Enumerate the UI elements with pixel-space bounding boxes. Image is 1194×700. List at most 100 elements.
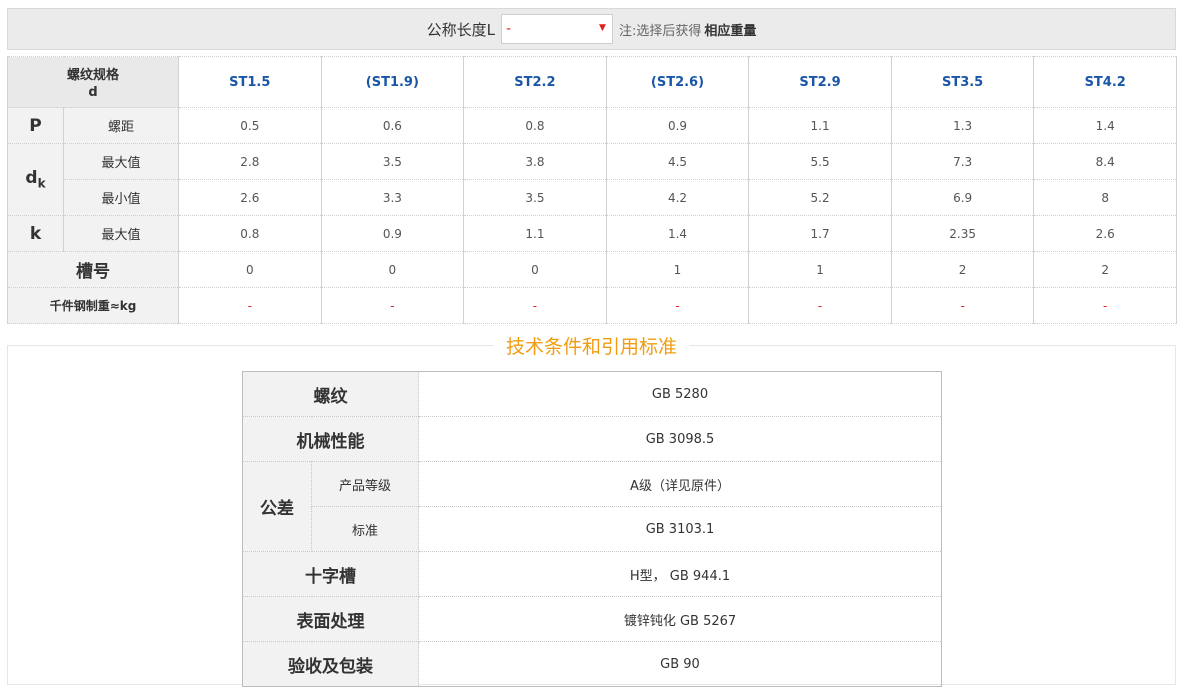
table-cell: 8 bbox=[1033, 179, 1177, 216]
table-cell: 0 bbox=[463, 251, 607, 288]
standard-value: GB 3103.1 bbox=[418, 506, 942, 552]
column-header: ST1.5 bbox=[178, 56, 322, 108]
table-cell: - bbox=[1033, 287, 1177, 324]
table-cell: - bbox=[320, 287, 465, 324]
tech-section-title-text: 技术条件和引用标准 bbox=[493, 336, 689, 358]
table-row: 千件钢制重≈kg - - - - - - - bbox=[6, 287, 1177, 324]
pitch-label: 螺距 bbox=[62, 107, 180, 144]
tech-table: 螺纹 GB 5280 机械性能 GB 3098.5 公差 产品等级 A级（详见原… bbox=[242, 371, 942, 687]
table-row: 公差 产品等级 A级（详见原件） bbox=[242, 461, 942, 552]
table-cell: 6.9 bbox=[890, 179, 1035, 216]
table-cell: - bbox=[890, 287, 1035, 324]
table-cell: 7.3 bbox=[890, 143, 1035, 180]
table-cell: - bbox=[605, 287, 750, 324]
table-cell: 0 bbox=[320, 251, 465, 288]
table-cell: 2.8 bbox=[178, 143, 322, 180]
table-cell: 8.4 bbox=[1033, 143, 1177, 180]
table-row: 验收及包装 GB 90 bbox=[242, 641, 942, 687]
length-select-value: - bbox=[505, 21, 512, 37]
table-cell: 4.5 bbox=[605, 143, 750, 180]
table-cell: 2.35 bbox=[890, 215, 1035, 252]
tech-section-title: 技术条件和引用标准 bbox=[8, 332, 1175, 359]
table-row: 机械性能 GB 3098.5 bbox=[242, 416, 942, 462]
select-note-prefix: 注:选择后获得 bbox=[618, 23, 702, 39]
table-cell: 5.5 bbox=[748, 143, 892, 180]
table-cell: 0.6 bbox=[320, 107, 465, 144]
cross-recess-value: H型， GB 944.1 bbox=[418, 551, 942, 597]
acceptance-value: GB 90 bbox=[418, 641, 942, 687]
table-cell: 0.9 bbox=[320, 215, 465, 252]
column-header: ST4.2 bbox=[1033, 56, 1177, 108]
table-cell: 1.4 bbox=[1033, 107, 1177, 144]
k-max-label: 最大值 bbox=[62, 215, 180, 252]
table-row: 标准 GB 3103.1 bbox=[243, 506, 942, 552]
table-cell: 0.8 bbox=[463, 107, 607, 144]
weight-label: 千件钢制重≈kg bbox=[6, 287, 180, 324]
surface-value: 镀锌钝化 GB 5267 bbox=[418, 596, 942, 642]
thread-label: 螺纹 bbox=[242, 371, 419, 417]
table-row: 十字槽 H型， GB 944.1 bbox=[242, 551, 942, 597]
slot-label: 槽号 bbox=[6, 251, 180, 288]
table-row: 螺纹 GB 5280 bbox=[242, 371, 942, 417]
table-cell: 0.5 bbox=[178, 107, 322, 144]
cross-recess-label: 十字槽 bbox=[242, 551, 419, 597]
table-cell: 1 bbox=[748, 251, 892, 288]
spec-corner-line2: d bbox=[88, 85, 98, 100]
surface-label: 表面处理 bbox=[242, 596, 419, 642]
table-cell: 5.2 bbox=[748, 179, 892, 216]
table-cell: 2.6 bbox=[1033, 215, 1177, 252]
table-cell: - bbox=[178, 287, 322, 324]
table-cell: 1.3 bbox=[890, 107, 1035, 144]
table-cell: - bbox=[748, 287, 892, 324]
thread-value: GB 5280 bbox=[418, 371, 942, 417]
length-filter-bar: 公称长度L - ▼ 注:选择后获得 相应重量 bbox=[7, 8, 1176, 50]
length-select[interactable]: - ▼ bbox=[500, 14, 613, 44]
standard-label: 标准 bbox=[311, 506, 419, 552]
table-cell: 1.1 bbox=[463, 215, 607, 252]
table-cell: 3.8 bbox=[463, 143, 607, 180]
dk-min-label: 最小值 bbox=[62, 179, 180, 216]
grade-label: 产品等级 bbox=[311, 461, 419, 507]
dk-symbol-main: d bbox=[25, 168, 38, 189]
column-header: ST2.2 bbox=[463, 56, 607, 108]
dk-max-label: 最大值 bbox=[62, 143, 180, 180]
column-header: ST2.9 bbox=[748, 56, 892, 108]
table-cell: 4.2 bbox=[605, 179, 750, 216]
spec-corner-header: 螺纹规格 d bbox=[6, 56, 180, 108]
table-row: 表面处理 镀锌钝化 GB 5267 bbox=[242, 596, 942, 642]
table-row: P 螺距 0.5 0.6 0.8 0.9 1.1 1.3 1.4 bbox=[7, 107, 1177, 144]
pitch-symbol: P bbox=[7, 107, 64, 144]
table-row: 最小值 2.6 3.3 3.5 4.2 5.2 6.9 8 bbox=[8, 179, 1177, 216]
table-cell: 0.9 bbox=[605, 107, 750, 144]
table-cell: 2 bbox=[1033, 251, 1177, 288]
table-cell: - bbox=[463, 287, 607, 324]
table-cell: 3.5 bbox=[320, 143, 465, 180]
table-cell: 1 bbox=[605, 251, 750, 288]
table-row: k 最大值 0.8 0.9 1.1 1.4 1.7 2.35 2.6 bbox=[7, 215, 1177, 252]
table-cell: 2.6 bbox=[178, 179, 322, 216]
table-cell: 3.5 bbox=[463, 179, 607, 216]
table-cell: 3.3 bbox=[320, 179, 465, 216]
table-cell: 2 bbox=[890, 251, 1035, 288]
select-note-bold: 相应重量 bbox=[704, 23, 757, 39]
acceptance-label: 验收及包装 bbox=[242, 641, 419, 687]
mech-value: GB 3098.5 bbox=[418, 416, 942, 462]
select-note: 注:选择后获得 相应重量 bbox=[619, 20, 756, 39]
table-cell: 1.7 bbox=[748, 215, 892, 252]
table-cell: 1.1 bbox=[748, 107, 892, 144]
dk-symbol: dk bbox=[7, 143, 64, 216]
chevron-down-icon[interactable]: ▼ bbox=[599, 23, 606, 33]
grade-value: A级（详见原件） bbox=[418, 461, 942, 507]
table-row: 槽号 0 0 0 1 1 2 2 bbox=[6, 251, 1177, 288]
column-header: (ST1.9) bbox=[320, 56, 465, 108]
k-symbol: k bbox=[7, 215, 64, 252]
mech-label: 机械性能 bbox=[242, 416, 419, 462]
column-header: ST3.5 bbox=[890, 56, 1035, 108]
length-filter-label: 公称长度L bbox=[426, 20, 495, 39]
table-row: dk 最大值 2.8 3.5 3.8 4.5 5.5 7.3 8.4 bbox=[7, 143, 1177, 216]
column-header: (ST2.6) bbox=[605, 56, 750, 108]
spec-corner-line1: 螺纹规格 bbox=[67, 68, 120, 83]
dk-symbol-subscript: k bbox=[37, 176, 46, 191]
table-cell: 0 bbox=[178, 251, 322, 288]
tolerance-label: 公差 bbox=[242, 461, 312, 552]
